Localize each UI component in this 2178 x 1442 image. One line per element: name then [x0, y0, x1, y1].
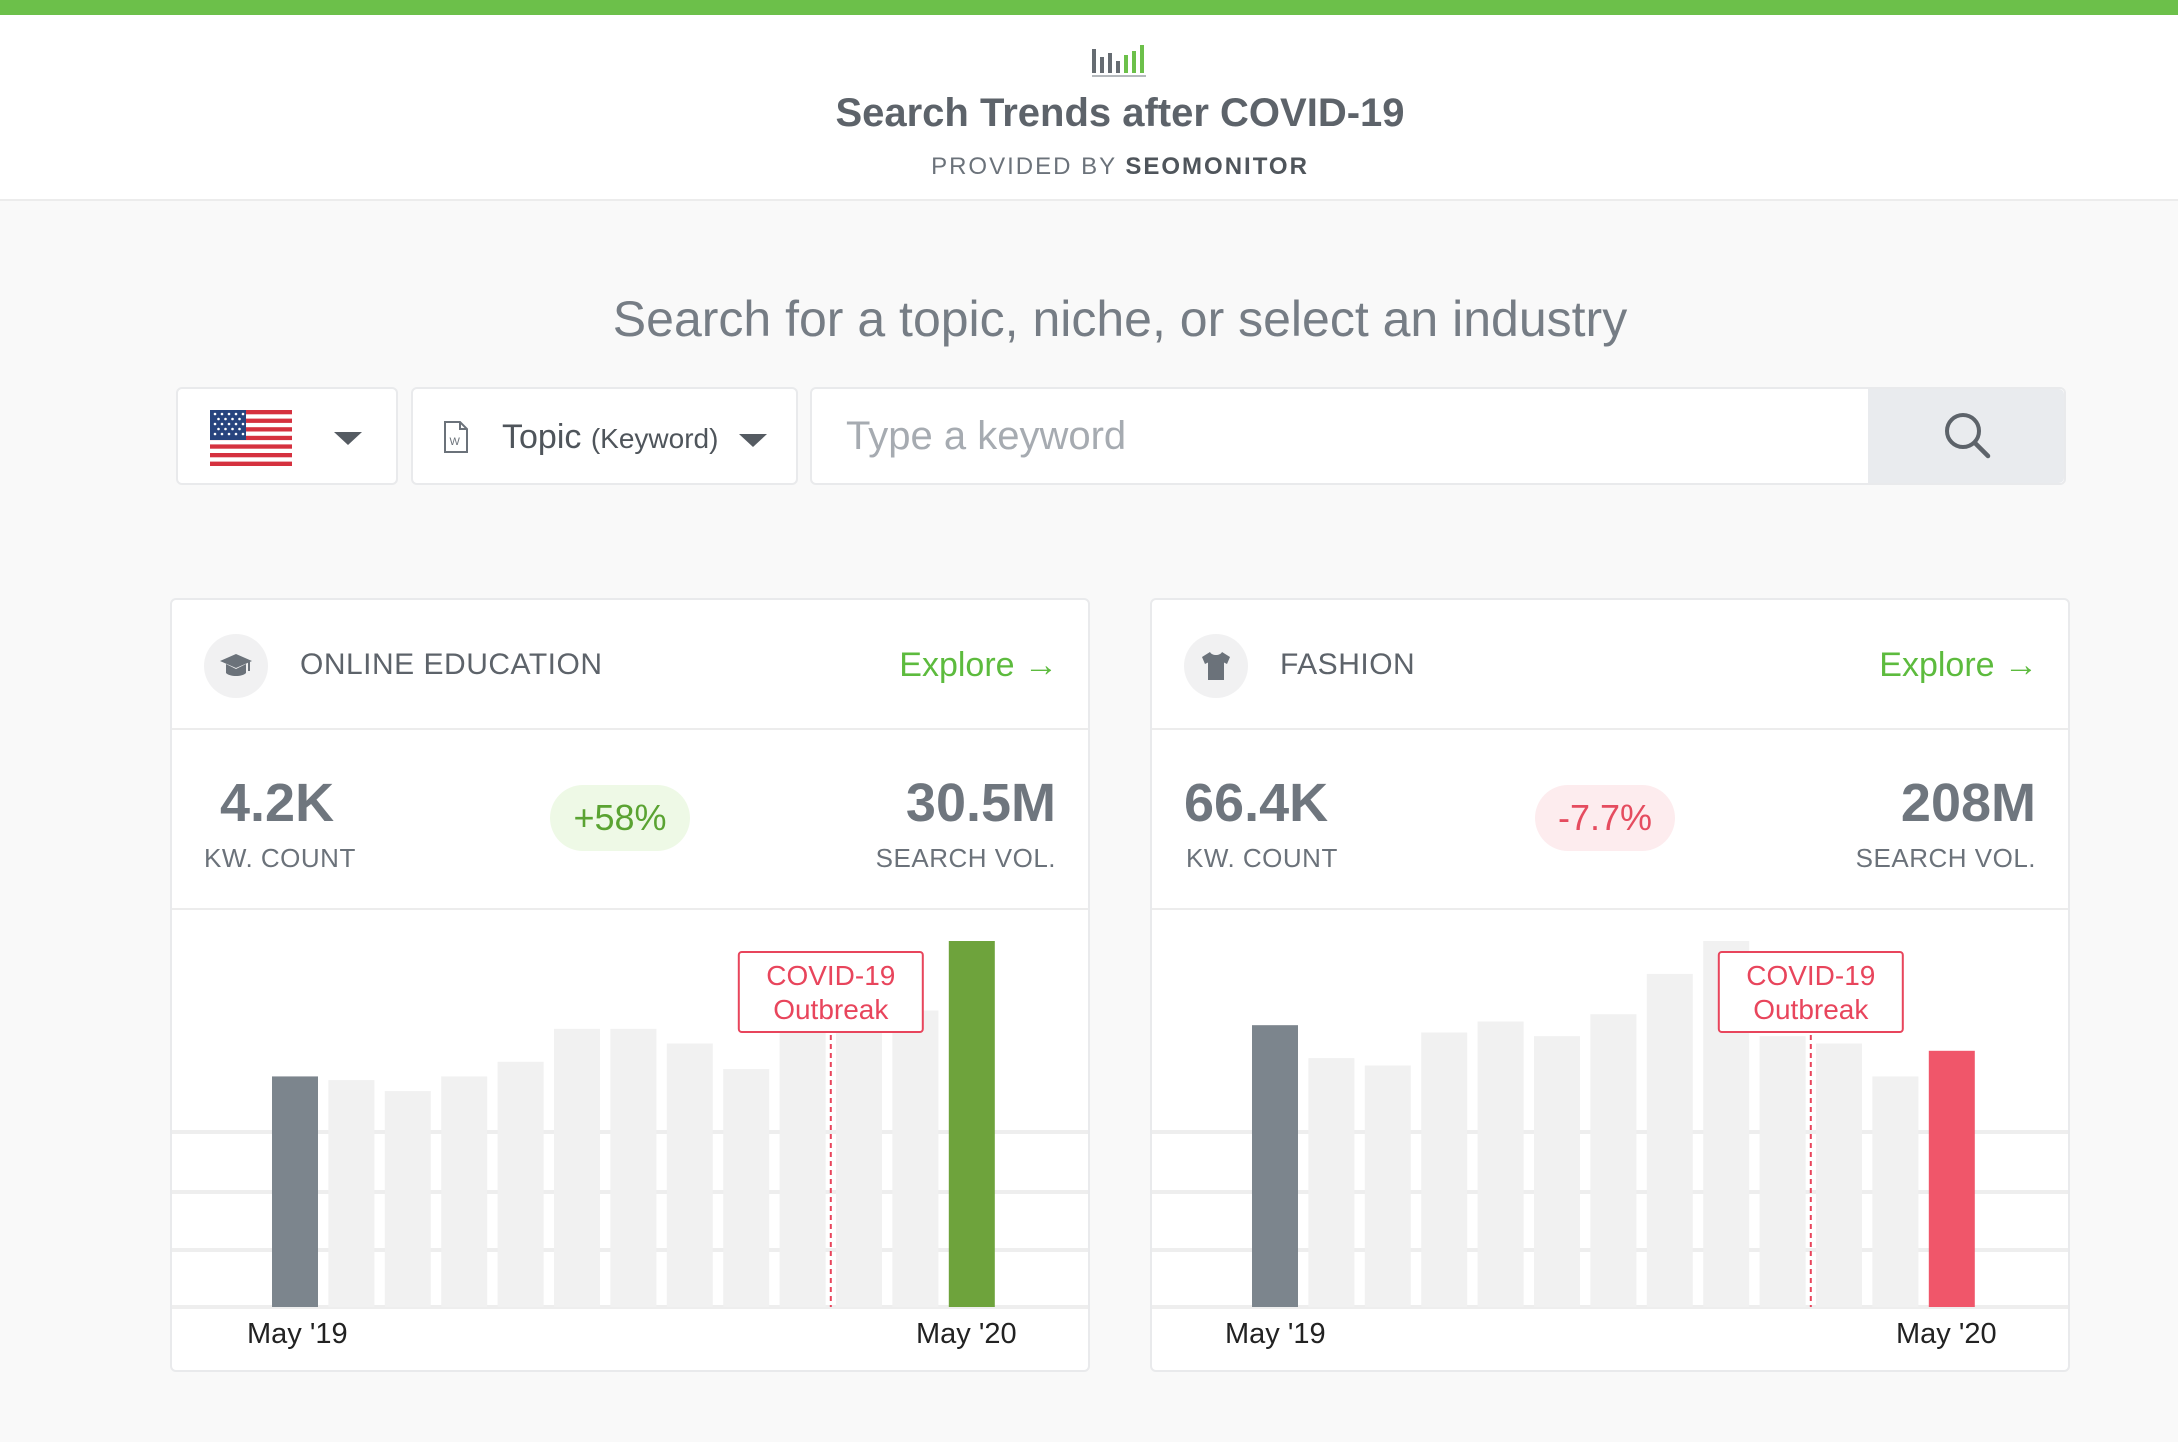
topic-label-main: Topic	[502, 418, 582, 456]
chart-bar	[1590, 1014, 1637, 1307]
search-vol-label: SEARCH VOL.	[875, 843, 1056, 873]
outbreak-label-line1: COVID-19	[766, 960, 895, 991]
graduation-cap-icon	[220, 654, 252, 676]
category-name: ONLINE EDUCATION	[300, 648, 603, 681]
x-axis-end-label: May '20	[1896, 1318, 1997, 1350]
chart-bar	[948, 941, 995, 1307]
search-vol-value: 208M	[1900, 773, 2036, 833]
topic-type-select[interactable]: W Topic (Keyword)	[411, 387, 798, 485]
industry-card-fashion: FASHION Explore → 66.4K KW. COUNT -7.7% …	[1150, 598, 2070, 1372]
change-badge: -7.7%	[1535, 785, 1675, 851]
chart-bar	[384, 1091, 431, 1307]
svg-text:W: W	[450, 436, 461, 448]
kw-count-value: 66.4K	[1184, 773, 1329, 833]
chart-bar	[1816, 1043, 1862, 1307]
chart-bar	[272, 1076, 318, 1307]
keyword-input[interactable]	[812, 389, 1872, 483]
category-icon-badge	[204, 634, 268, 698]
kw-count-value: 4.2K	[220, 773, 335, 833]
search-vol-value: 30.5M	[905, 773, 1056, 833]
topic-label-sub: (Keyword)	[590, 423, 719, 454]
category-icon-badge	[1184, 634, 1248, 698]
chart-bar	[554, 1028, 600, 1307]
card-header: FASHION Explore →	[1152, 600, 2068, 730]
chart-bar	[441, 1076, 488, 1307]
search-heading: Search for a topic, niche, or select an …	[612, 291, 1628, 347]
document-word-icon: W	[444, 421, 468, 453]
chart-bar	[1364, 1065, 1411, 1307]
explore-label: Explore	[1879, 646, 1995, 684]
chart-bar	[836, 1014, 882, 1307]
category-name: FASHION	[1280, 648, 1416, 681]
chart-bar	[328, 1080, 375, 1307]
search-vol-label: SEARCH VOL.	[1855, 843, 2036, 873]
explore-label: Explore	[899, 646, 1015, 684]
provided-by: PROVIDED BY SEOMONITOR	[0, 153, 2178, 181]
kw-count-label: KW. COUNT	[1186, 843, 1338, 873]
explore-link[interactable]: Explore →	[899, 646, 1058, 685]
top-accent-bar	[0, 0, 2178, 15]
chevron-down-icon	[739, 434, 767, 447]
chart-bar	[723, 1069, 770, 1307]
chart-bar	[1421, 1032, 1468, 1307]
page-header: Search Trends after COVID-19 PROVIDED BY…	[0, 15, 2178, 201]
provided-by-prefix: PROVIDED BY	[931, 153, 1117, 180]
arrow-right-icon: →	[2004, 646, 2038, 684]
chart-bar	[1477, 1021, 1524, 1307]
chart-bar	[1646, 973, 1693, 1307]
card-stats: 66.4K KW. COUNT -7.7% 208M SEARCH VOL.	[1152, 730, 2068, 910]
chart-bar	[1759, 1036, 1806, 1307]
keyword-search-bar	[810, 387, 2066, 485]
kw-count-label: KW. COUNT	[204, 843, 356, 873]
chart-bar	[666, 1043, 713, 1307]
chart-bar	[610, 1028, 657, 1307]
chart-bar	[1308, 1058, 1355, 1307]
t-shirt-icon	[1202, 652, 1230, 680]
chart-bar	[892, 1010, 939, 1307]
change-badge: +58%	[550, 785, 690, 851]
chart-bar	[779, 1021, 826, 1307]
card-stats: 4.2K KW. COUNT +58% 30.5M SEARCH VOL.	[172, 730, 1088, 910]
trend-chart: COVID-19Outbreak	[172, 941, 1088, 1309]
chevron-down-icon	[334, 432, 362, 445]
search-button[interactable]	[1868, 389, 2064, 483]
x-axis-start-label: May '19	[1225, 1318, 1326, 1350]
outbreak-label-line2: Outbreak	[1753, 994, 1869, 1025]
chart-bar	[1252, 1025, 1298, 1307]
chart-bar	[497, 1061, 544, 1307]
outbreak-label-line1: COVID-19	[1746, 960, 1875, 991]
brand-name: SEOMONITOR	[1125, 153, 1309, 180]
search-icon	[1945, 413, 1991, 459]
industry-card-online-education: ONLINE EDUCATION Explore → 4.2K KW. COUN…	[170, 598, 1090, 1372]
outbreak-label-line2: Outbreak	[773, 994, 889, 1025]
arrow-right-icon: →	[1024, 646, 1058, 684]
us-flag-icon	[210, 410, 292, 466]
explore-link[interactable]: Explore →	[1879, 646, 2038, 685]
x-axis-end-label: May '20	[916, 1318, 1017, 1350]
chart-bar	[1872, 1076, 1919, 1307]
country-select[interactable]	[176, 387, 398, 485]
chart-bar	[1534, 1036, 1580, 1307]
trend-chart: COVID-19Outbreak	[1152, 941, 2068, 1309]
topic-type-label: Topic (Keyword)	[502, 418, 718, 457]
bar-chart-logo-icon	[1092, 45, 1146, 77]
x-axis-start-label: May '19	[247, 1318, 348, 1350]
chart-bar	[1928, 1050, 1975, 1307]
page-title: Search Trends after COVID-19	[835, 91, 1405, 135]
card-header: ONLINE EDUCATION Explore →	[172, 600, 1088, 730]
